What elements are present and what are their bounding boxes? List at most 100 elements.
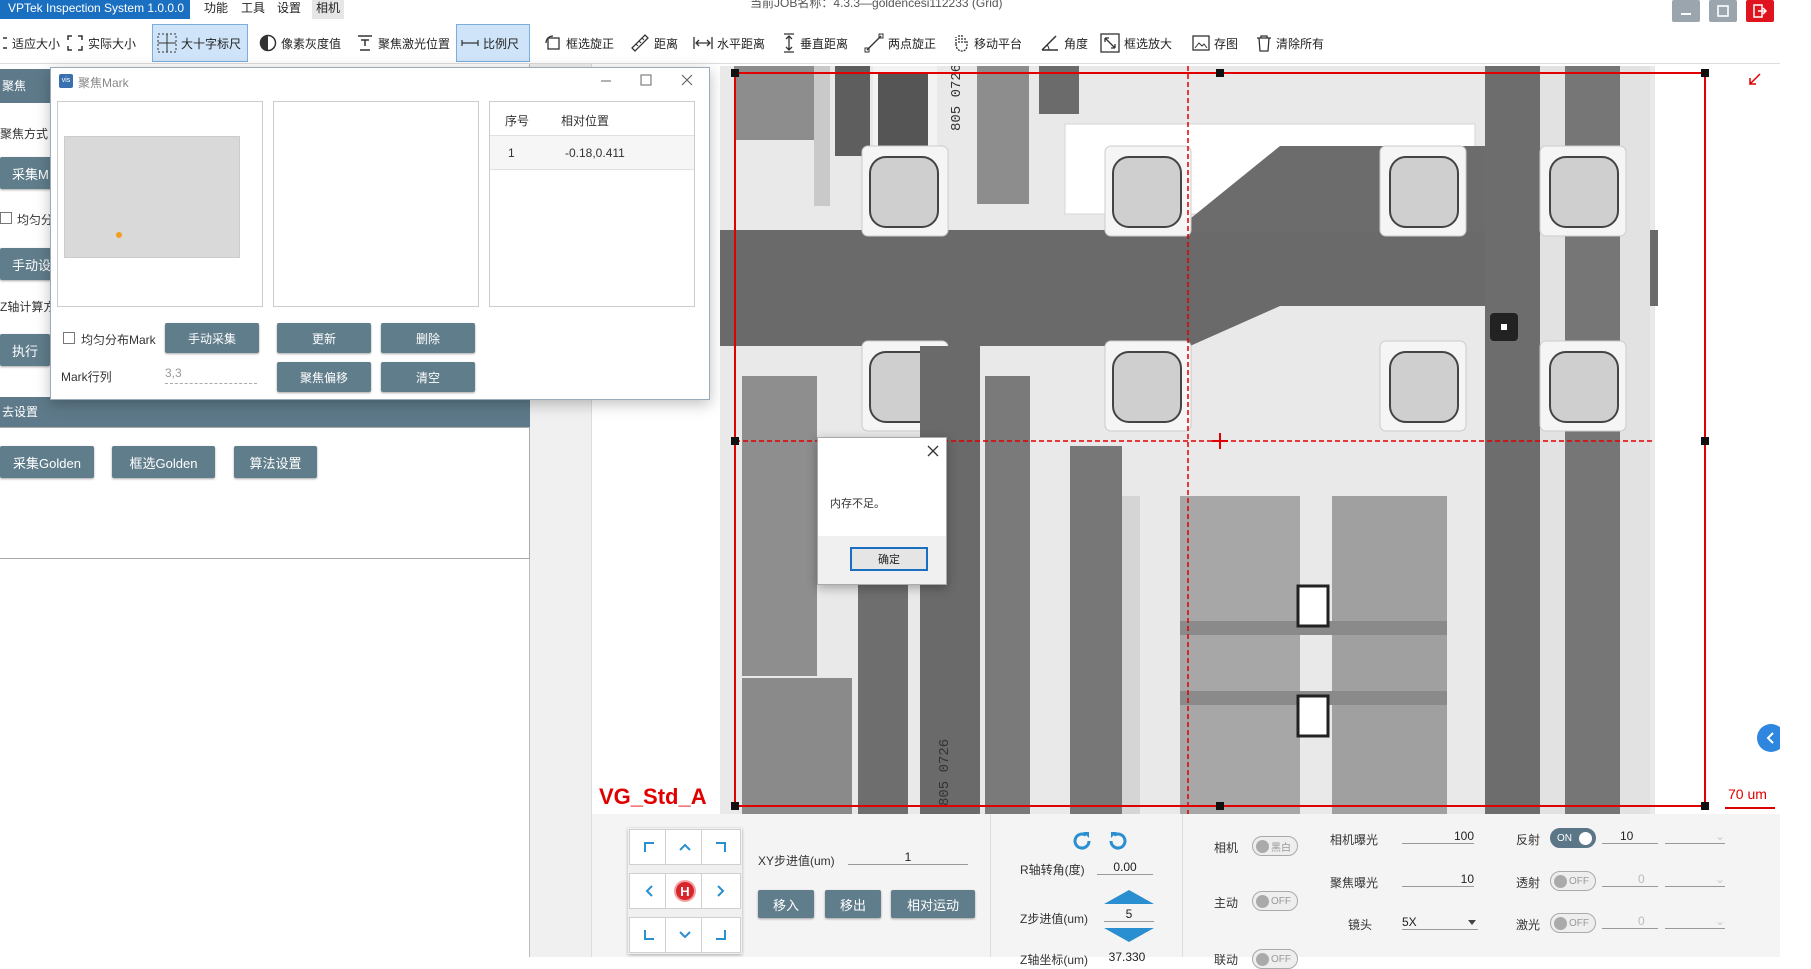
z-down-button[interactable] [1104,928,1154,945]
row-position: -0.18,0.411 [565,146,625,160]
table-header: 序号 相对位置 [490,102,694,136]
mark-rows-input[interactable]: 3,3 [165,364,257,384]
row-index: 1 [508,146,515,160]
move-out-button[interactable]: 移出 [825,890,881,918]
execute-button[interactable]: 执行 [0,334,50,366]
divider [990,814,991,957]
camera-color-toggle[interactable]: 黑白 [1252,836,1298,856]
reflect-toggle[interactable]: ON [1550,828,1596,848]
mark-point [116,232,122,238]
move-down-button[interactable] [665,917,705,953]
tool-distance[interactable]: 距离 [626,24,682,62]
camera-exposure-input[interactable]: 100 [1402,829,1474,844]
tool-scale-bar[interactable]: 比例尺 [456,24,530,62]
tool-clear-all[interactable]: 清除所有 [1252,24,1328,62]
corner-down-left-icon [644,930,654,940]
link-toggle[interactable]: OFF [1252,949,1298,969]
move-up-right-button[interactable] [701,829,741,865]
xy-step-label: XY步进值(um) [758,854,835,868]
rotate-ccw-button[interactable] [1070,829,1094,856]
update-button[interactable]: 更新 [277,323,371,353]
close-icon [927,445,939,457]
tool-horizontal-distance[interactable]: 水平距离 [689,24,769,62]
transmit-toggle[interactable]: OFF [1550,871,1596,891]
r-angle-input[interactable]: 0.00 [1097,860,1153,875]
rotate-box-icon [545,35,560,50]
move-left-button[interactable] [629,873,669,909]
menu-settings[interactable]: 设置 [273,0,305,19]
tool-two-point-rotate[interactable]: 两点旋正 [860,24,940,62]
app-title: VPTek Inspection System 1.0.0.0 [0,0,190,19]
delete-button[interactable]: 删除 [381,323,475,353]
laser-input[interactable]: 0 [1602,914,1658,929]
tool-vertical-distance[interactable]: 垂直距离 [778,24,852,62]
dialog-minimize-button[interactable] [596,72,616,88]
memory-alert-dialog: 内存不足。 确定 [817,437,947,585]
minimize-button[interactable] [1672,0,1700,22]
select-golden-button[interactable]: 框选Golden [112,446,215,478]
move-up-left-button[interactable] [629,829,669,865]
chip-id-top: 805 0726 [949,66,965,131]
reflect-extra-select[interactable]: ⌄ [1665,829,1725,844]
tool-actual-size[interactable]: 实际大小 [62,24,140,62]
rotate-cw-icon [1109,832,1127,850]
tool-big-crosshair[interactable]: 大十字标尺 [152,24,248,62]
z-step-input[interactable]: 5 [1104,907,1154,922]
lens-select[interactable]: 5X [1402,915,1478,930]
tool-save-image[interactable]: 存图 [1188,24,1242,62]
corner-up-right-icon [716,842,726,852]
alert-close-button[interactable] [926,444,940,461]
move-up-button[interactable] [665,829,705,865]
tool-move-stage[interactable]: 移动平台 [948,24,1026,62]
fit-icon [3,37,7,49]
z-up-button[interactable] [1104,890,1154,907]
corner-up-left-icon [644,842,654,852]
control-panel: H XY步进值(um) 1 移入 移出 相对运动 R轴转角(度) 0.00 Z步… [592,814,1780,969]
recipe-label: VG_Std_A [599,784,707,809]
dropdown-arrow-icon [1468,920,1476,925]
tool-fit-size[interactable]: 适应大小 [0,24,64,62]
relative-move-button[interactable]: 相对运动 [891,890,975,918]
clear-button[interactable]: 清空 [381,362,475,392]
laser-toggle[interactable]: OFF [1550,913,1596,933]
dialog-maximize-button[interactable] [636,72,656,88]
laser-extra-select[interactable]: ⌄ [1665,914,1725,929]
move-right-button[interactable] [701,873,741,909]
tool-pixel-gray[interactable]: 像素灰度值 [255,24,345,62]
tool-angle[interactable]: 角度 [1036,24,1092,62]
rotate-cw-button[interactable] [1106,829,1130,856]
tool-box-zoom[interactable]: 框选放大 [1096,24,1176,62]
alert-ok-button[interactable]: 确定 [850,547,928,571]
column-header-position: 相对位置 [561,114,610,128]
menu-tools[interactable]: 工具 [237,0,269,19]
collapse-side-button[interactable] [1757,724,1780,752]
tool-focus-laser[interactable]: 聚焦激光位置 [352,24,454,62]
uniform-checkbox[interactable] [0,212,12,224]
triangle-down-icon [1104,928,1154,942]
z-calc-label: Z轴计算方 [0,300,56,314]
two-point-icon [864,33,884,53]
table-row[interactable]: 1 -0.18,0.411 [490,136,694,170]
lens-label: 镜头 [1348,918,1373,932]
dialog-close-button[interactable] [677,72,697,88]
maximize-button[interactable] [1709,0,1737,22]
transmit-input[interactable]: 0 [1602,872,1658,887]
home-button[interactable]: H [665,873,705,909]
exit-button[interactable] [1746,0,1774,22]
xy-step-input[interactable]: 1 [848,850,968,865]
move-down-right-button[interactable] [701,917,741,953]
collect-golden-button[interactable]: 采集Golden [0,446,94,478]
menu-camera[interactable]: 相机 [312,0,345,19]
transmit-extra-select[interactable]: ⌄ [1665,872,1725,887]
uniform-mark-checkbox[interactable] [63,332,75,344]
focus-offset-button[interactable]: 聚焦偏移 [277,362,371,392]
focus-exposure-input[interactable]: 10 [1402,872,1474,887]
manual-collect-button[interactable]: 手动采集 [165,323,259,353]
menu-function[interactable]: 功能 [200,0,232,19]
active-toggle[interactable]: OFF [1252,891,1298,911]
move-down-left-button[interactable] [629,917,669,953]
move-in-button[interactable]: 移入 [758,890,814,918]
reflect-input[interactable]: 10 [1602,829,1658,844]
tool-box-rotate[interactable]: 框选旋正 [540,24,618,62]
algorithm-settings-button[interactable]: 算法设置 [234,446,317,478]
